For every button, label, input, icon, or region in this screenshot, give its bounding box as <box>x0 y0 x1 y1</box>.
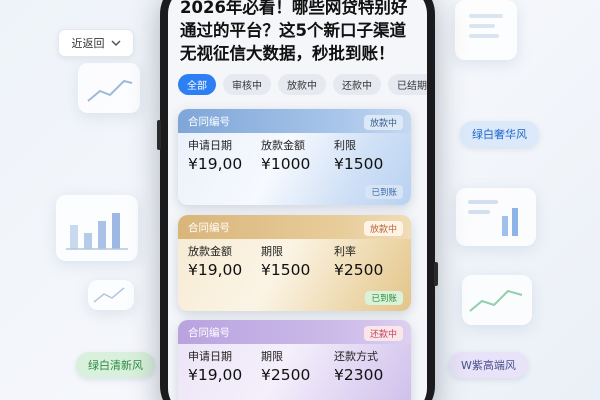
return-select[interactable]: 近返回 <box>58 29 134 57</box>
field-value: ¥2500 <box>334 261 384 279</box>
select-label: 近返回 <box>71 37 105 50</box>
style-pill-green-label: 绿白清新风 <box>88 359 143 372</box>
field-label: 放款金额 <box>188 245 232 258</box>
arrived-badge: 已到账 <box>365 291 403 305</box>
status-badge: 还款中 <box>363 326 403 341</box>
style-pill-blue-label: 绿白奢华风 <box>472 128 527 141</box>
bg-bar-chart-tile <box>56 195 138 261</box>
tab-disbursing[interactable]: 放款中 <box>278 74 326 95</box>
loan-card[interactable]: 合同编号 放款中 申请日期 ¥19,00 放款金额 ¥1000 利限 ¥1500… <box>178 109 411 205</box>
tab-repaying[interactable]: 还款中 <box>333 74 381 95</box>
field-label: 申请日期 <box>188 139 232 152</box>
style-pill-blue[interactable]: 绿白奢华风 <box>460 121 539 147</box>
tab-all[interactable]: 全部 <box>178 74 216 95</box>
field-label: 申请日期 <box>188 350 232 363</box>
phone-screen: 2026年必看！哪些网贷特别好通过的平台？这5个新口子渠道无视征信大数据，秒批到… <box>168 0 427 400</box>
chevron-down-icon <box>110 40 121 47</box>
field-value: ¥1500 <box>261 261 311 279</box>
field-label: 还款方式 <box>334 350 378 363</box>
phone-side-button <box>434 262 438 286</box>
bg-right-doc-tile <box>456 188 536 246</box>
bar-chart-icon <box>66 213 128 250</box>
document-chart-icon <box>468 200 518 236</box>
field-value: ¥19,00 <box>188 261 243 279</box>
field-label: 利率 <box>334 245 356 258</box>
field-value: ¥19,00 <box>188 366 243 384</box>
loan-card[interactable]: 合同编号 放款中 放款金额 ¥19,00 期限 ¥1500 利率 ¥2500 已… <box>178 215 411 311</box>
field-value: ¥2500 <box>261 366 311 384</box>
arrived-badge: 已到账 <box>365 185 403 199</box>
status-badge: 放款中 <box>363 221 403 236</box>
loan-card[interactable]: 合同编号 还款中 申请日期 ¥19,00 期限 ¥2500 还款方式 ¥2300 <box>178 320 411 400</box>
tab-settled[interactable]: 已结期 <box>388 74 427 95</box>
field-label: 期限 <box>261 245 283 258</box>
status-tabs: 全部 审核中 放款中 还款中 已结期 <box>178 74 427 95</box>
tab-reviewing[interactable]: 审核中 <box>223 74 271 95</box>
style-pill-purple-label: W紫高端风 <box>461 359 516 372</box>
wave-icon <box>93 287 125 303</box>
field-label: 期限 <box>261 350 283 363</box>
style-pill-green[interactable]: 绿白清新风 <box>76 352 155 378</box>
bg-right-top-tile <box>455 0 517 60</box>
field-value: ¥2300 <box>334 366 384 384</box>
style-pill-purple[interactable]: W紫高端风 <box>449 352 528 378</box>
field-label: 放款金额 <box>261 139 305 152</box>
bg-small-tile <box>88 280 134 310</box>
area-chart-icon <box>469 289 523 312</box>
field-value: ¥1000 <box>261 155 311 173</box>
field-value: ¥1500 <box>334 155 384 173</box>
field-value: ¥19,00 <box>188 155 243 173</box>
line-chart-icon <box>87 79 133 102</box>
phone-side-button-left <box>157 120 161 150</box>
status-badge: 放款中 <box>363 115 403 130</box>
bg-right-green-tile <box>462 275 532 325</box>
page-title: 2026年必看！哪些网贷特别好通过的平台？这5个新口子渠道无视征信大数据，秒批到… <box>180 0 408 63</box>
chart-icon <box>469 14 503 38</box>
bg-chart-tile <box>78 63 140 113</box>
field-label: 利限 <box>334 139 356 152</box>
